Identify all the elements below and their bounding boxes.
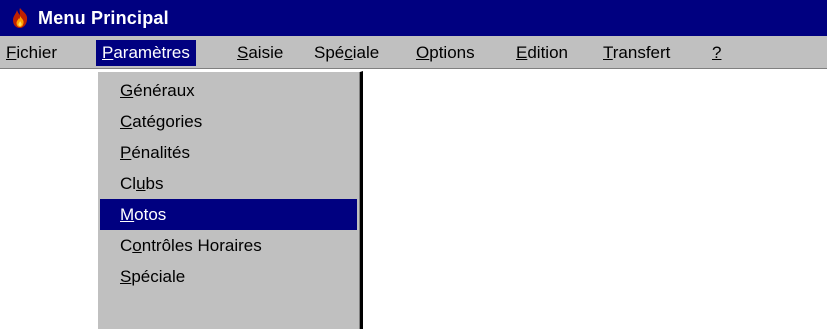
menu-option-motos[interactable]: Motos (100, 199, 357, 230)
flame-app-icon[interactable] (10, 7, 30, 29)
menu-fichier[interactable]: Fichier (0, 40, 63, 66)
menu-saisie[interactable]: Saisie (231, 40, 289, 66)
menu-accelerator: S (237, 43, 249, 62)
menu-label-part: ichier (16, 43, 58, 62)
menu-options[interactable]: Options (410, 40, 481, 66)
menu-label-part: ransfert (612, 43, 671, 62)
menu-option-generaux[interactable]: Généraux (100, 75, 357, 106)
menu-bar: Fichier Paramètres Saisie Spéciale Optio… (0, 36, 827, 69)
option-label-part: énéraux (133, 81, 195, 100)
option-label-part: péciale (131, 267, 186, 286)
menu-label-part: ptions (429, 43, 475, 62)
option-label-part: énalités (131, 143, 190, 162)
menu-label-part: aramètres (113, 43, 190, 62)
window-title: Menu Principal (38, 7, 169, 28)
option-accelerator: P (120, 143, 132, 162)
option-accelerator: o (132, 236, 142, 255)
menu-accelerator: O (416, 43, 430, 62)
menu-option-clubs[interactable]: Clubs (100, 168, 357, 199)
option-label-part: otos (134, 205, 167, 224)
option-label-part: bs (145, 174, 164, 193)
option-label-part: atégories (132, 112, 203, 131)
menu-label-part: Spé (314, 43, 345, 62)
option-label-part: Cl (120, 174, 137, 193)
option-label-part: C (120, 236, 133, 255)
menu-label-part: aisie (248, 43, 284, 62)
menu-label-part: dition (527, 43, 568, 62)
menu-option-categories[interactable]: Catégories (100, 106, 357, 137)
menu-help[interactable]: ? (706, 40, 727, 66)
title-bar[interactable]: Menu Principal (0, 0, 827, 36)
option-accelerator: S (120, 267, 132, 286)
menu-label-part: iale (352, 43, 380, 62)
option-accelerator: C (120, 112, 133, 131)
menu-accelerator: E (516, 43, 528, 62)
menu-option-controles-horaires[interactable]: Contrôles Horaires (100, 230, 357, 261)
option-accelerator: u (136, 174, 146, 193)
menu-option-speciale[interactable]: Spéciale (100, 261, 357, 292)
option-accelerator: G (120, 81, 134, 100)
option-accelerator: M (120, 205, 135, 224)
menu-accelerator: ? (712, 43, 722, 62)
menu-transfert[interactable]: Transfert (597, 40, 676, 66)
menu-option-penalites[interactable]: Pénalités (100, 137, 357, 168)
menu-accelerator: c (344, 43, 353, 62)
menu-accelerator: P (102, 43, 114, 62)
menu-speciale[interactable]: Spéciale (308, 40, 385, 66)
option-label-part: ntrôles Horaires (141, 236, 262, 255)
parametres-dropdown-menu: Généraux Catégories Pénalités Clubs Moto… (96, 71, 363, 329)
menu-accelerator: T (603, 43, 613, 62)
menu-edition[interactable]: Edition (510, 40, 574, 66)
menu-parametres[interactable]: Paramètres (96, 40, 196, 66)
menu-accelerator: F (6, 43, 17, 62)
